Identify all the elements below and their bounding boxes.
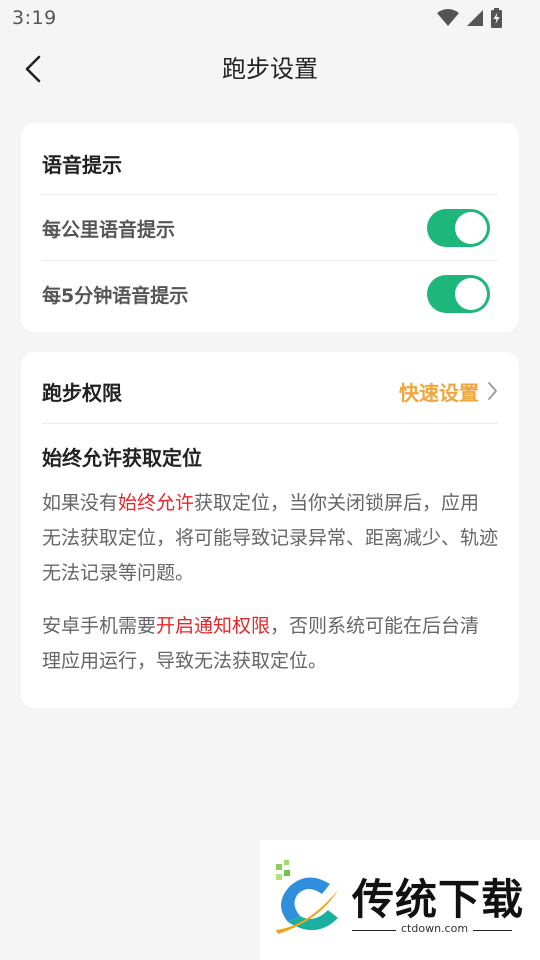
page-title: 跑步设置 — [222, 55, 318, 83]
toggle-knob — [455, 212, 487, 244]
cellular-signal-icon — [467, 10, 483, 26]
watermark-url: ctdown.com — [396, 922, 474, 935]
divider — [42, 423, 498, 424]
enable-notification-highlight: 开启通知权限 — [156, 615, 271, 637]
always-allow-highlight: 始终允许 — [118, 492, 195, 514]
per-5min-voice-row: 每5分钟语音提示 — [42, 261, 498, 327]
battery-charging-icon — [491, 8, 502, 28]
voice-prompt-title: 语音提示 — [42, 152, 122, 177]
always-allow-location-header: 始终允许获取定位 — [42, 438, 498, 474]
per-5min-voice-label: 每5分钟语音提示 — [42, 284, 189, 307]
watermark-text: 传统下载 — [352, 875, 525, 924]
running-permission-card: 跑步权限 快速设置 始终允许获取定位 如果没有始终允许获取定位，当你关闭锁屏后，… — [21, 352, 519, 708]
quick-setup-label: 快速设置 — [399, 380, 479, 405]
description-text: 安卓手机需要 — [42, 615, 157, 637]
wifi-icon — [437, 9, 459, 26]
running-permission-header: 跑步权限 快速设置 — [42, 372, 498, 410]
notification-permission-description: 安卓手机需要开启通知权限，否则系统可能在后台清理应用运行，导致无法获取定位。 — [42, 609, 498, 679]
back-button[interactable] — [16, 50, 50, 88]
status-bar: 3:19 — [0, 0, 540, 36]
running-permission-title: 跑步权限 — [42, 380, 122, 405]
voice-prompt-header: 语音提示 — [42, 145, 498, 181]
screen: 3:19 跑步设置 语音提示 每公里语音提示 每5分钟语音提示 跑步权限 快速设… — [0, 0, 540, 960]
toggle-knob — [455, 278, 487, 310]
status-time: 3:19 — [12, 7, 57, 29]
description-text: 如果没有 — [42, 492, 119, 514]
location-permission-description: 如果没有始终允许获取定位，当你关闭锁屏后，应用无法获取定位，将可能导致记录异常、… — [42, 486, 498, 591]
header: 跑步设置 — [0, 36, 540, 102]
voice-prompt-card: 语音提示 每公里语音提示 每5分钟语音提示 — [21, 123, 519, 332]
ctdown-logo-icon — [276, 860, 338, 934]
chevron-right-icon — [488, 382, 497, 400]
always-allow-location-title: 始终允许获取定位 — [42, 445, 202, 470]
quick-setup-button[interactable]: 快速设置 — [399, 377, 498, 406]
chevron-left-icon — [25, 55, 41, 83]
per-km-voice-row: 每公里语音提示 — [42, 195, 498, 261]
per-km-voice-toggle[interactable] — [427, 209, 490, 247]
per-5min-voice-toggle[interactable] — [427, 275, 490, 313]
per-km-voice-label: 每公里语音提示 — [42, 218, 176, 241]
status-icons — [437, 8, 502, 28]
watermark: 传统下载 ctdown.com — [260, 840, 540, 960]
